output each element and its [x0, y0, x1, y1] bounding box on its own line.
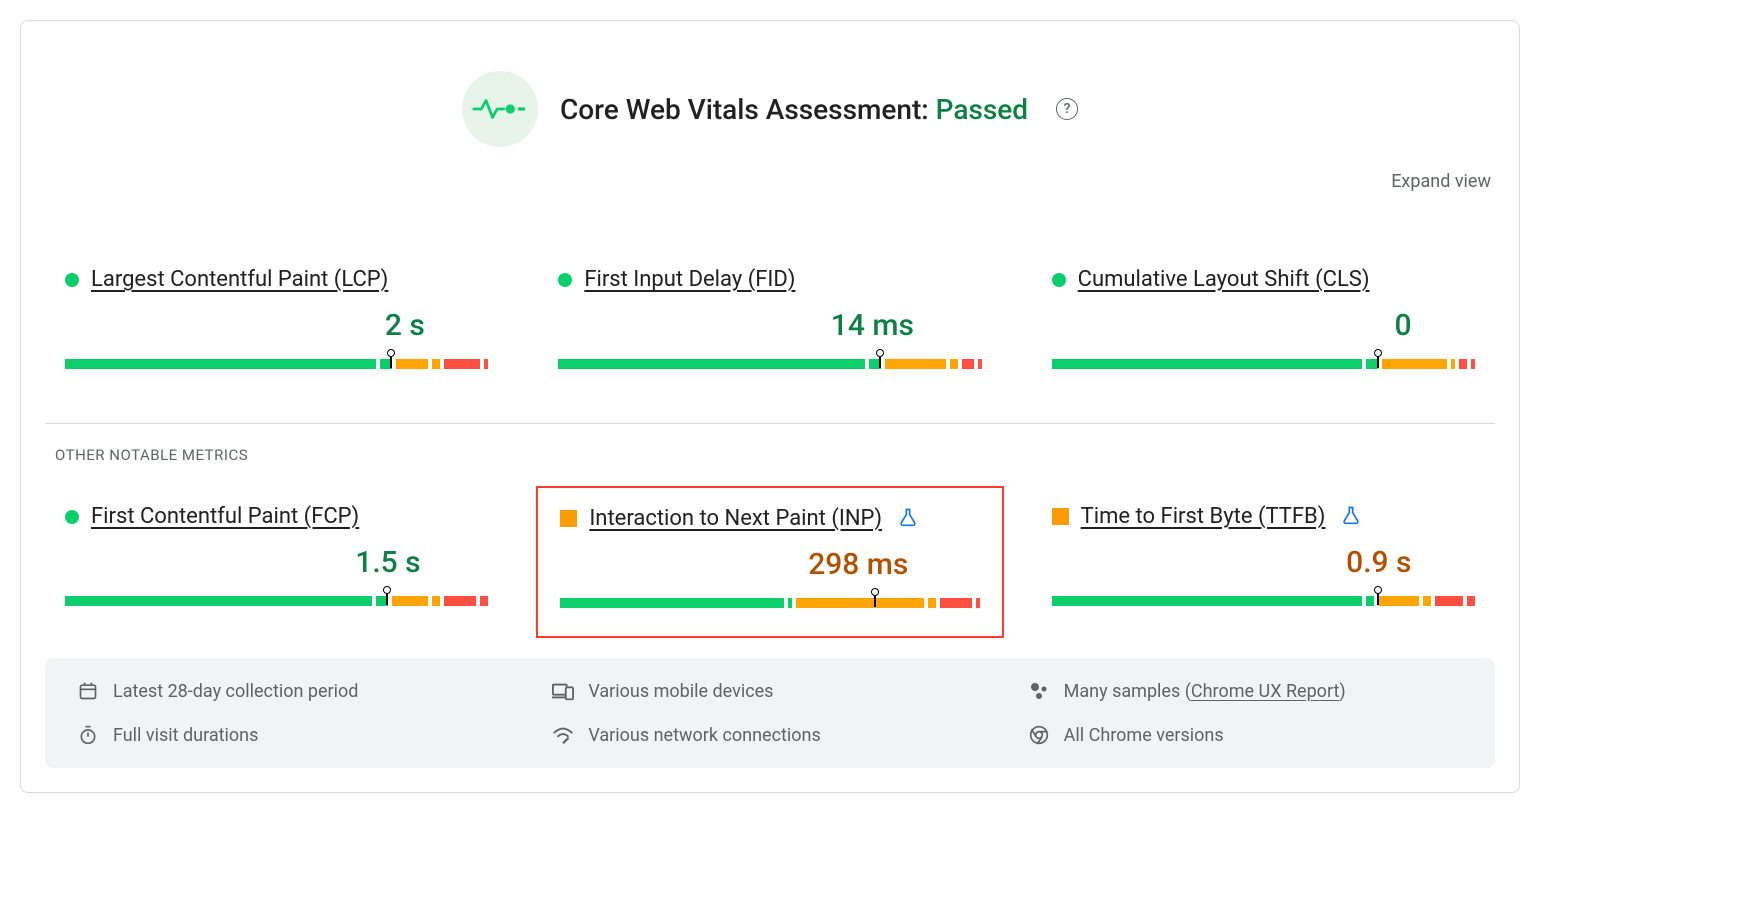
metric-name-lcp[interactable]: Largest Contentful Paint (LCP) — [91, 267, 388, 292]
assessment-header: Core Web Vitals Assessment: Passed ? — [45, 71, 1495, 147]
footer-samples: Many samples (Chrome UX Report) — [1028, 680, 1463, 702]
percentile-marker — [1373, 586, 1383, 606]
samples-icon — [1028, 680, 1050, 702]
metric-name-fcp[interactable]: First Contentful Paint (FCP) — [91, 504, 359, 529]
metric-inp: Interaction to Next Paint (INP) 298 ms — [558, 504, 981, 620]
distribution-bar-ttfb — [1052, 586, 1475, 608]
status-good-icon — [65, 510, 79, 524]
footer-network: Various network connections — [552, 724, 987, 746]
status-good-icon — [558, 273, 572, 287]
metric-lcp: Largest Contentful Paint (LCP) 2 s — [65, 267, 488, 371]
metric-value-ttfb: 0.9 s — [1052, 545, 1475, 580]
metric-name-cls[interactable]: Cumulative Layout Shift (CLS) — [1078, 267, 1370, 292]
core-metrics-row: Largest Contentful Paint (LCP) 2 s First I… — [45, 267, 1495, 371]
crux-report-link[interactable]: Chrome UX Report — [1191, 681, 1339, 702]
percentile-marker — [1373, 349, 1383, 369]
core-web-vitals-card: Core Web Vitals Assessment: Passed ? Exp… — [20, 20, 1520, 793]
distribution-bar-cls — [1052, 349, 1475, 371]
metric-value-fid: 14 ms — [558, 308, 981, 343]
percentile-marker — [382, 586, 392, 606]
status-good-icon — [65, 273, 79, 287]
distribution-bar-fcp — [65, 586, 488, 608]
vitals-icon — [462, 71, 538, 147]
footer-collection-period: Latest 28-day collection period — [77, 680, 512, 702]
metric-name-ttfb[interactable]: Time to First Byte (TTFB) — [1081, 504, 1326, 529]
status-good-icon — [1052, 273, 1066, 287]
experimental-flask-icon[interactable] — [1337, 505, 1361, 529]
percentile-marker — [386, 349, 396, 369]
metric-value-lcp: 2 s — [65, 308, 488, 343]
status-average-icon — [560, 510, 577, 527]
highlight-box: Interaction to Next Paint (INP) 298 ms — [536, 486, 1003, 638]
section-divider — [45, 423, 1495, 424]
expand-view-link[interactable]: Expand view — [1391, 171, 1491, 192]
footer-devices: Various mobile devices — [552, 680, 987, 702]
distribution-bar-fid — [558, 349, 981, 371]
footer-durations: Full visit durations — [77, 724, 512, 746]
assessment-title: Core Web Vitals Assessment: Passed — [560, 93, 1028, 126]
experimental-flask-icon[interactable] — [894, 507, 918, 531]
devices-icon — [552, 680, 574, 702]
percentile-marker — [870, 588, 880, 608]
distribution-bar-lcp — [65, 349, 488, 371]
percentile-marker — [875, 349, 885, 369]
metric-cls: Cumulative Layout Shift (CLS) 0 — [1052, 267, 1475, 371]
assessment-title-prefix: Core Web Vitals Assessment: — [560, 93, 936, 126]
metric-value-inp: 298 ms — [560, 547, 979, 582]
footer-text: Full visit durations — [113, 725, 258, 746]
metric-fcp: First Contentful Paint (FCP) 1.5 s — [65, 504, 488, 620]
footer-text: Latest 28-day collection period — [113, 681, 358, 702]
other-metrics-label: OTHER NOTABLE METRICS — [55, 446, 1495, 464]
metric-value-fcp: 1.5 s — [65, 545, 488, 580]
footer-text: Many samples (Chrome UX Report) — [1064, 681, 1346, 702]
stopwatch-icon — [77, 724, 99, 746]
metric-value-cls: 0 — [1052, 308, 1475, 343]
footer-text: All Chrome versions — [1064, 725, 1224, 746]
distribution-bar-inp — [560, 588, 979, 610]
assessment-status: Passed — [936, 93, 1028, 126]
footer-text: Various network connections — [588, 725, 820, 746]
metric-fid: First Input Delay (FID) 14 ms — [558, 267, 981, 371]
data-source-footer: Latest 28-day collection period Various … — [45, 658, 1495, 768]
other-metrics-row: First Contentful Paint (FCP) 1.5 s Interac… — [45, 504, 1495, 620]
metric-ttfb: Time to First Byte (TTFB) 0.9 s — [1052, 504, 1475, 620]
help-icon[interactable]: ? — [1056, 98, 1078, 120]
status-average-icon — [1052, 508, 1069, 525]
footer-chrome: All Chrome versions — [1028, 724, 1463, 746]
chrome-icon — [1028, 724, 1050, 746]
footer-text: Various mobile devices — [588, 681, 773, 702]
metric-name-inp[interactable]: Interaction to Next Paint (INP) — [589, 506, 882, 531]
calendar-icon — [77, 680, 99, 702]
network-icon — [552, 724, 574, 746]
metric-name-fid[interactable]: First Input Delay (FID) — [584, 267, 795, 292]
